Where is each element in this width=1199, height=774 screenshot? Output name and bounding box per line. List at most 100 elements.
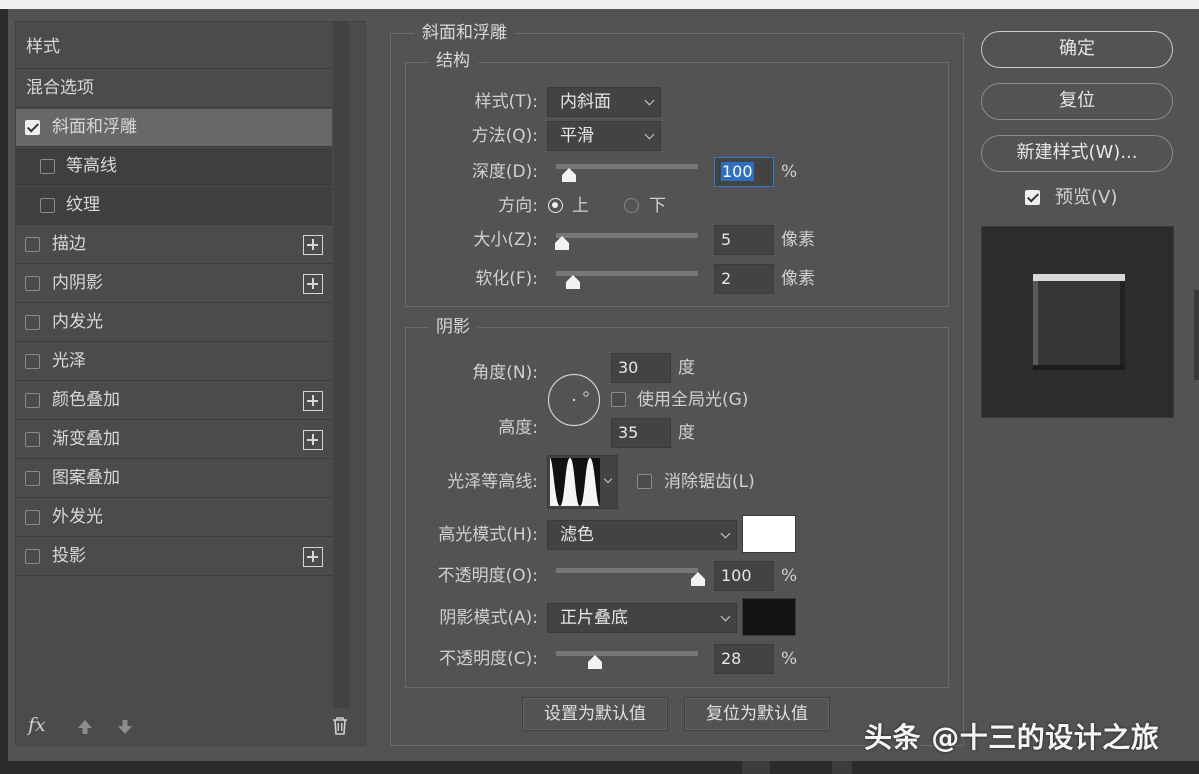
stroke-checkbox[interactable] [25, 237, 40, 252]
outer-glow-label: 外发光 [52, 507, 103, 527]
shadow-mode-label: 阴影模式(A): [439, 608, 538, 628]
styles-list-panel: 样式 混合选项 斜面和浮雕 等高线 纹理 描边 内阴影 内发光 光泽 颜色叠加 … [15, 21, 366, 746]
style-item-satin[interactable]: 光泽 [16, 343, 332, 381]
shadow-color-swatch[interactable] [742, 598, 796, 636]
drop-shadow-checkbox[interactable] [25, 549, 40, 564]
satin-checkbox[interactable] [25, 354, 40, 369]
style-preview-thumbnail [981, 226, 1174, 418]
add-color-overlay-plus-icon[interactable] [303, 391, 323, 411]
new-style-button[interactable]: 新建样式(W)... [981, 135, 1173, 172]
shadow-mode-value: 正片叠底 [560, 608, 628, 628]
ok-button[interactable]: 确定 [981, 31, 1173, 68]
shadow-opacity-input[interactable]: 28 [714, 644, 774, 674]
style-item-contour[interactable]: 等高线 [16, 148, 332, 186]
color-overlay-checkbox[interactable] [25, 393, 40, 408]
make-default-button[interactable]: 设置为默认值 [522, 697, 668, 731]
reset-button[interactable]: 复位 [981, 83, 1173, 120]
size-slider-thumb[interactable] [555, 236, 569, 250]
style-item-inner-glow[interactable]: 内发光 [16, 304, 332, 342]
global-light-label[interactable]: 使用全局光(G) [637, 388, 748, 412]
trash-icon[interactable] [331, 716, 349, 736]
soften-input[interactable]: 2 [714, 264, 774, 294]
drop-shadow-label: 投影 [52, 546, 86, 566]
preview-checkbox[interactable] [1025, 190, 1040, 205]
style-item-drop-shadow[interactable]: 投影 [16, 538, 332, 576]
styles-header[interactable]: 样式 [16, 29, 332, 69]
depth-slider-thumb[interactable] [562, 168, 576, 182]
add-drop-shadow-plus-icon[interactable] [303, 547, 323, 567]
size-input[interactable]: 5 [714, 225, 774, 255]
reset-default-button[interactable]: 复位为默认值 [684, 697, 830, 731]
style-label: 样式(T): [474, 92, 538, 112]
add-stroke-plus-icon[interactable] [303, 235, 323, 255]
satin-label: 光泽 [52, 351, 86, 371]
bevel-style-select[interactable]: 内斜面 [547, 87, 661, 117]
chevron-down-icon [720, 528, 731, 539]
pattern-overlay-checkbox[interactable] [25, 471, 40, 486]
direction-down-label[interactable]: 下 [649, 194, 666, 218]
altitude-label: 高度: [498, 418, 538, 438]
global-light-checkbox[interactable] [611, 392, 626, 407]
styles-list-scrollbar[interactable] [333, 22, 349, 708]
styles-list-footer: fx [16, 708, 365, 746]
add-inner-shadow-plus-icon[interactable] [303, 274, 323, 294]
structure-title: 结构 [428, 51, 478, 71]
chevron-down-icon [603, 474, 613, 484]
shadow-opacity-unit: % [781, 649, 798, 669]
gradient-overlay-checkbox[interactable] [25, 432, 40, 447]
technique-select[interactable]: 平滑 [547, 121, 661, 151]
anti-alias-checkbox[interactable] [637, 474, 652, 489]
style-item-outer-glow[interactable]: 外发光 [16, 499, 332, 537]
depth-slider-track[interactable] [556, 164, 698, 169]
preview-label[interactable]: 预览(V) [1055, 186, 1117, 210]
style-item-bevel-emboss[interactable]: 斜面和浮雕 [16, 109, 332, 147]
angle-input[interactable]: 30 [611, 353, 671, 383]
highlight-opacity-thumb[interactable] [691, 572, 705, 586]
gloss-contour-label: 光泽等高线: [447, 472, 538, 492]
shadow-opacity-track[interactable] [556, 651, 698, 656]
style-item-pattern-overlay[interactable]: 图案叠加 [16, 460, 332, 498]
style-item-inner-shadow[interactable]: 内阴影 [16, 265, 332, 303]
depth-input[interactable]: 100 [714, 157, 774, 187]
move-down-arrow-icon[interactable] [116, 718, 134, 736]
contour-checkbox[interactable] [40, 159, 55, 174]
styles-header-label: 样式 [26, 37, 60, 57]
shadow-opacity-value: 28 [721, 649, 742, 668]
depth-label: 深度(D): [471, 162, 538, 182]
window-edge [1194, 290, 1199, 380]
inner-glow-label: 内发光 [52, 312, 103, 332]
blending-options-item[interactable]: 混合选项 [16, 70, 332, 108]
size-slider-track[interactable] [556, 233, 698, 238]
inner-glow-checkbox[interactable] [25, 315, 40, 330]
add-gradient-overlay-plus-icon[interactable] [303, 430, 323, 450]
soften-value: 2 [721, 269, 732, 288]
bevel-style-value: 内斜面 [560, 92, 611, 112]
style-item-stroke[interactable]: 描边 [16, 226, 332, 264]
shadow-opacity-thumb[interactable] [588, 655, 602, 669]
size-value: 5 [721, 230, 732, 249]
highlight-mode-select[interactable]: 滤色 [547, 520, 737, 550]
technique-value: 平滑 [560, 126, 594, 146]
direction-down-radio[interactable] [624, 198, 639, 213]
soften-slider-thumb[interactable] [566, 275, 580, 289]
highlight-opacity-track[interactable] [556, 568, 698, 573]
inner-shadow-checkbox[interactable] [25, 276, 40, 291]
shadow-mode-select[interactable]: 正片叠底 [547, 603, 737, 633]
highlight-opacity-input[interactable]: 100 [714, 561, 774, 591]
highlight-color-swatch[interactable] [742, 515, 796, 553]
anti-alias-label[interactable]: 消除锯齿(L) [664, 470, 755, 494]
style-item-gradient-overlay[interactable]: 渐变叠加 [16, 421, 332, 459]
fx-menu-icon[interactable]: fx [28, 714, 46, 736]
bevel-emboss-checkbox[interactable] [25, 120, 40, 135]
style-item-texture[interactable]: 纹理 [16, 187, 332, 225]
texture-checkbox[interactable] [40, 198, 55, 213]
direction-up-label[interactable]: 上 [572, 194, 589, 218]
style-item-color-overlay[interactable]: 颜色叠加 [16, 382, 332, 420]
move-up-arrow-icon[interactable] [76, 718, 94, 736]
outer-glow-checkbox[interactable] [25, 510, 40, 525]
direction-up-radio[interactable] [548, 198, 563, 213]
altitude-input[interactable]: 35 [611, 418, 671, 448]
size-label: 大小(Z): [473, 230, 538, 250]
angle-dial[interactable] [547, 373, 601, 427]
gloss-contour-picker[interactable] [547, 455, 618, 509]
